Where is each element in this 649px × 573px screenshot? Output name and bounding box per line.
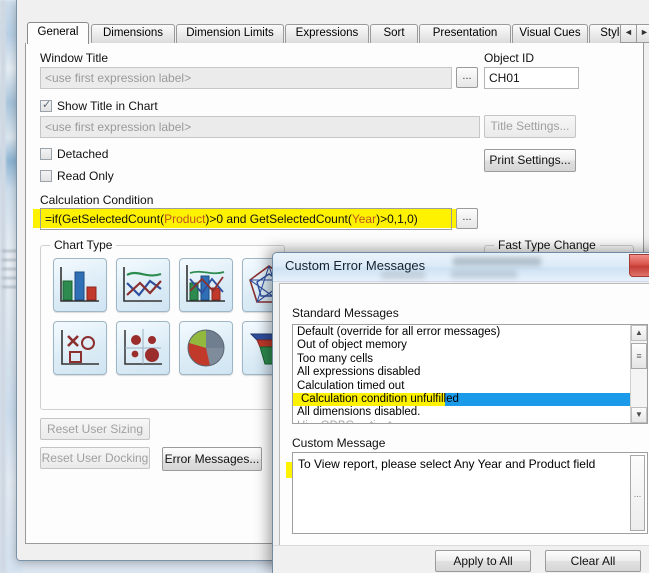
list-item[interactable]: Default (override for all error messages… [293,326,647,339]
bubble-chart-icon [124,329,162,365]
chart-type-line-button[interactable] [116,258,170,312]
custom-message-ellipsis-button[interactable]: ... [630,455,645,531]
reset-user-sizing-button[interactable]: Reset User Sizing [40,418,150,440]
title-settings-button[interactable]: Title Settings... [484,115,576,138]
list-item-selected[interactable]: Calculation condition unfulfilled [293,392,647,407]
chart-type-scatter-button[interactable] [53,321,107,375]
chart-title-input[interactable]: <use first expression label> [40,116,480,138]
object-id-input[interactable]: CH01 [484,67,579,89]
fast-type-change-label: Fast Type Change [494,238,600,252]
tab-visual-cues[interactable]: Visual Cues [512,24,588,43]
show-title-in-chart-checkbox[interactable]: Show Title in Chart [40,98,158,113]
tab-expressions[interactable]: Expressions [285,24,369,43]
calculation-condition-input[interactable]: =if(GetSelectedCount(Product)>0 and GetS… [40,208,452,230]
detached-checkbox[interactable]: Detached [40,147,108,161]
window-title-input[interactable]: <use first expression label> [40,67,452,89]
list-item[interactable]: All expressions disabled [293,366,647,379]
standard-messages-listbox[interactable]: Default (override for all error messages… [292,324,648,424]
scrollbar-thumb[interactable]: ≡ [631,343,647,369]
pie-chart-icon [187,329,225,367]
chart-type-combo-button[interactable] [179,258,233,312]
calc-expr-suffix: )>0,1,0) [376,212,418,226]
dialog-titlebar: Custom Error Messages ✕ [273,253,649,282]
show-title-in-chart-label: Show Title in Chart [57,99,158,113]
custom-message-label: Custom Message [292,436,386,450]
listbox-scrollbar[interactable]: ▲ ≡ ▼ [630,325,647,423]
list-item[interactable]: All dimensions disabled. [293,406,647,419]
custom-message-textarea[interactable]: To View report, please select Any Year a… [292,452,648,534]
print-settings-button[interactable]: Print Settings... [484,149,576,172]
clear-all-button[interactable]: Clear All [545,550,641,572]
tab-dimension-limits[interactable]: Dimension Limits [176,24,284,43]
chart-type-group-label: Chart Type [50,238,117,252]
read-only-label: Read Only [57,169,114,183]
custom-message-text: To View report, please select Any Year a… [298,457,596,471]
scroll-up-icon[interactable]: ▲ [631,325,647,341]
dialog-footer: Apply to All Clear All [273,545,649,573]
tab-scroll-prev-button[interactable]: ◄ [620,24,637,43]
list-item[interactable]: Too many cells [293,353,647,366]
list-item[interactable]: Calculation timed out [293,380,647,393]
chart-type-bubble-button[interactable] [116,321,170,375]
custom-error-messages-dialog: Custom Error Messages ✕ Standard Message… [272,252,649,573]
reset-user-docking-button[interactable]: Reset User Docking [40,447,150,469]
chart-type-bar-button[interactable] [53,258,107,312]
checkbox-box-icon [40,148,52,160]
object-id-label: Object ID [484,51,535,65]
calculation-condition-label: Calculation Condition [40,193,154,207]
selected-row-label: Calculation condition unfulfilled [301,392,459,405]
dialog-title: Custom Error Messages [285,258,426,273]
screenshot-root: Chart Properties [sum(Sales)] General Di… [0,0,649,573]
ellipsis-icon: ... [633,489,642,500]
dialog-close-button[interactable]: ✕ [629,254,649,277]
tab-presentation[interactable]: Presentation [419,24,511,43]
scatter-chart-icon [61,330,99,365]
checkbox-box-icon [40,98,52,112]
bar-chart-icon [60,267,99,302]
window-title-ellipsis-button[interactable]: ... [456,67,478,88]
window-title-label: Window Title [40,51,109,65]
dialog-body: Standard Messages Default (override for … [279,283,649,570]
list-item-clipped[interactable]: Hi... ODBC ... ti... t... [293,420,647,423]
calculation-condition-ellipsis-button[interactable]: ... [456,208,478,229]
tab-strip: General Dimensions Dimension Limits Expr… [25,22,649,44]
read-only-checkbox[interactable]: Read Only [40,169,114,183]
titlebar-blur-artifact [453,257,541,266]
scroll-down-icon[interactable]: ▼ [631,407,647,423]
calc-expr-prefix: =if(GetSelectedCount( [45,212,165,226]
apply-to-all-button[interactable]: Apply to All [435,550,531,572]
tab-sort[interactable]: Sort [370,24,418,43]
error-messages-button[interactable]: Error Messages... [162,447,262,471]
checkbox-box-icon [40,170,52,182]
titlebar-blur-artifact [451,270,517,278]
list-item[interactable]: Out of object memory [293,339,647,352]
calc-expr-field-product: Product [164,212,206,226]
line-chart-icon [123,267,162,302]
tab-general[interactable]: General [27,22,89,44]
standard-messages-label: Standard Messages [292,306,399,320]
tab-dimensions[interactable]: Dimensions [91,24,175,43]
detached-label: Detached [57,147,109,161]
tab-scroll-next-button[interactable]: ► [636,24,649,43]
calc-expr-mid: )>0 and GetSelectedCount( [205,212,352,226]
chart-type-pie-button[interactable] [179,321,233,375]
calc-expr-field-year: Year [351,212,377,226]
combo-chart-icon [186,265,225,302]
